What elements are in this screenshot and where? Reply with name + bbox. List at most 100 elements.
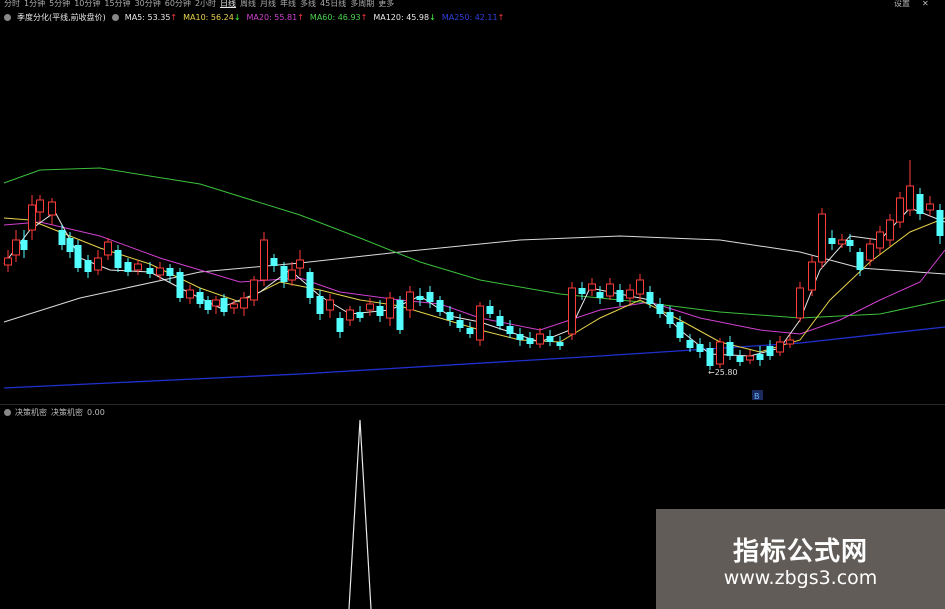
candlestick-chart[interactable]: ←25.80 B — [0, 24, 945, 404]
date-badge[interactable]: B — [754, 392, 760, 401]
candle — [736, 350, 744, 366]
candle — [556, 336, 564, 350]
candle — [4, 250, 12, 272]
candle — [346, 306, 354, 326]
candle — [578, 282, 586, 300]
candle — [260, 232, 268, 286]
settings-button[interactable]: 设置 — [894, 0, 910, 9]
period-tab[interactable]: 分时 — [4, 0, 20, 9]
indicator-value: 0.00 — [87, 407, 105, 417]
period-tab[interactable]: 5分钟 — [49, 0, 70, 9]
candle — [356, 306, 364, 322]
candle — [516, 328, 524, 346]
period-tab[interactable]: 1分钟 — [24, 0, 45, 9]
candle — [204, 296, 212, 314]
candle — [656, 298, 664, 318]
legend-settings-icon[interactable] — [111, 13, 119, 21]
indicator-param: 决策机密 — [51, 407, 83, 417]
candle — [536, 328, 544, 348]
period-tab[interactable]: 15分钟 — [104, 0, 130, 9]
candle — [306, 268, 314, 304]
period-tab[interactable]: 10分钟 — [74, 0, 100, 9]
candle — [296, 250, 304, 276]
candle — [12, 230, 20, 262]
candle — [686, 334, 694, 352]
candle — [466, 322, 474, 338]
period-tab[interactable]: 月线 — [260, 0, 276, 9]
period-toolbar: 分时 1分钟 5分钟 10分钟 15分钟 30分钟 60分钟 2小时 日线 周线 月线 年线 多线 45日… — [0, 0, 945, 10]
ma5-line — [3, 207, 945, 357]
candle — [146, 262, 154, 278]
indicator-toggle-icon[interactable] — [4, 408, 11, 416]
candle — [546, 330, 554, 346]
ma-legend-item: MA10: 56.24↓ — [183, 12, 241, 22]
indicator-legend: 决策机密 决策机密 0.00 — [4, 406, 105, 418]
candle — [506, 320, 514, 338]
candle — [280, 262, 288, 288]
period-tab[interactable]: 多周期 — [350, 0, 374, 9]
pane-divider[interactable] — [0, 404, 945, 405]
candle — [496, 310, 504, 330]
ma-legend-item: MA60: 46.93↑ — [309, 12, 368, 22]
period-tab[interactable]: 多线 — [300, 0, 316, 9]
candle — [486, 300, 494, 318]
ma-legend-item: MA5: 53.35↑ — [124, 12, 178, 22]
candle — [48, 198, 56, 225]
candle — [176, 268, 184, 302]
candle — [396, 296, 404, 334]
candle — [526, 332, 534, 348]
period-tab[interactable]: 60分钟 — [165, 0, 191, 9]
candle — [74, 240, 82, 272]
candle — [746, 350, 754, 364]
ma-items: MA5: 53.35↑ MA10: 56.24↓ MA20: 55.81↑ MA60:… — [125, 13, 505, 22]
candle — [386, 292, 394, 326]
candle — [616, 284, 624, 306]
candle — [866, 238, 874, 266]
period-tab[interactable]: 日线 — [220, 0, 236, 9]
period-tab[interactable]: 30分钟 — [135, 0, 161, 9]
candle — [156, 262, 164, 280]
candle — [476, 302, 484, 346]
candle — [288, 262, 296, 286]
candle — [212, 296, 220, 314]
ma10-line — [3, 217, 945, 353]
candle — [936, 204, 944, 244]
candle — [28, 195, 36, 240]
candle — [828, 230, 836, 250]
candle — [636, 274, 644, 300]
candle — [134, 260, 142, 275]
candle — [240, 292, 248, 316]
period-tab[interactable]: 更多 — [378, 0, 394, 9]
candle — [926, 196, 934, 216]
period-tabs: 分时 1分钟 5分钟 10分钟 15分钟 30分钟 60分钟 2小时 日线 周线 月线 年线 多线 45日… — [4, 0, 394, 9]
candle — [436, 296, 444, 316]
close-button[interactable]: ✕ — [922, 0, 929, 9]
candle — [94, 250, 102, 275]
chart-title: 季度分化(平线,前收盘价) — [17, 12, 106, 22]
candle — [606, 278, 614, 300]
candle — [104, 238, 112, 260]
period-tab[interactable]: 45日线 — [320, 0, 346, 9]
candle — [588, 278, 596, 296]
candle — [406, 286, 414, 318]
ma-legend-item: MA20: 55.81↑ — [246, 12, 304, 22]
legend-toggle-icon[interactable] — [4, 13, 11, 21]
candle — [696, 338, 704, 358]
candle — [886, 214, 894, 246]
period-tab[interactable]: 周线 — [240, 0, 256, 9]
ma-legend: 季度分化(平线,前收盘价) MA5: 53.35↑ MA10: 56.24↓ MA2… — [4, 10, 504, 24]
candle — [416, 288, 424, 306]
candle — [818, 208, 826, 268]
candle — [876, 226, 884, 254]
candle — [906, 160, 914, 216]
candle — [124, 258, 132, 276]
candle — [808, 256, 816, 296]
candle — [756, 346, 764, 366]
period-tab[interactable]: 2小时 — [195, 0, 216, 9]
candle — [766, 340, 774, 360]
candle — [856, 248, 864, 276]
period-tab[interactable]: 年线 — [280, 0, 296, 9]
candle — [446, 306, 454, 326]
candle — [776, 336, 784, 356]
candle — [838, 234, 846, 248]
